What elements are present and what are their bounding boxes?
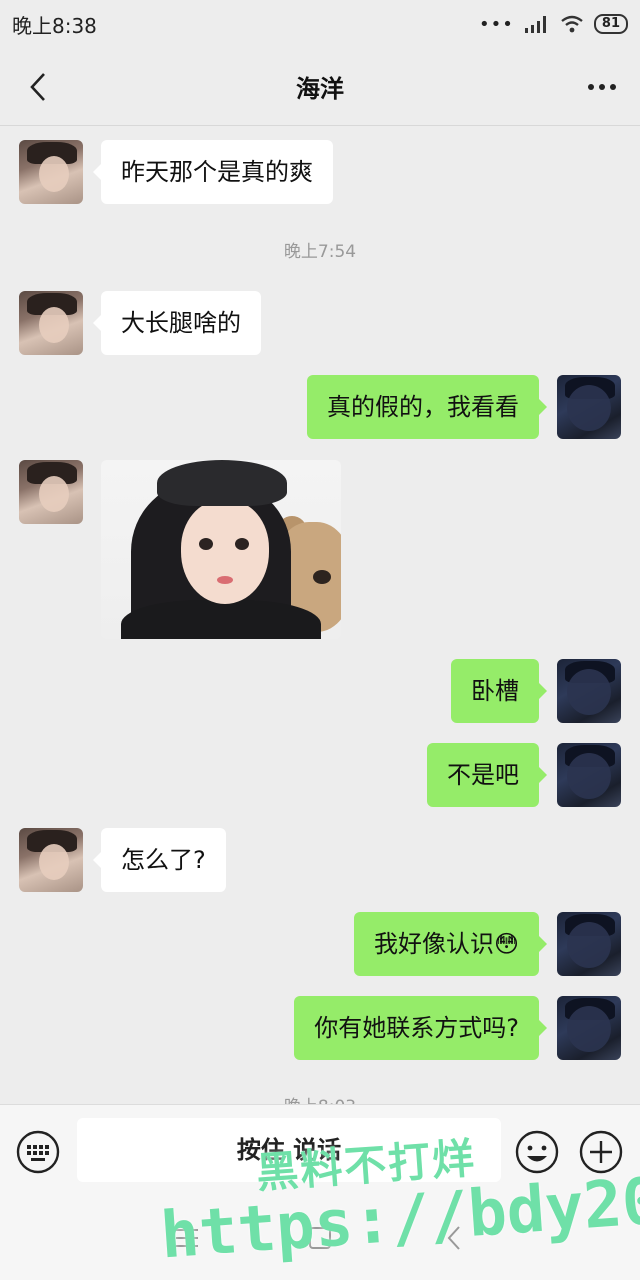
chat-header: 海洋 xyxy=(0,48,640,126)
system-back-button[interactable] xyxy=(438,1221,472,1255)
menu-button[interactable] xyxy=(170,1221,204,1255)
status-bar: 晚上8:38 ••• 81 xyxy=(0,0,640,48)
more-options-button[interactable] xyxy=(582,67,622,107)
timestamp: 晚上7:54 xyxy=(283,242,357,262)
menu-icon xyxy=(176,1229,198,1247)
status-time: 晚上8:38 xyxy=(12,13,97,38)
message-bubble[interactable]: 怎么了? xyxy=(93,828,226,892)
photo-message[interactable] xyxy=(101,460,341,639)
more-icon xyxy=(588,83,616,90)
self-avatar[interactable] xyxy=(557,912,621,976)
home-square-icon xyxy=(309,1227,331,1249)
input-bar: 按住 说话 xyxy=(0,1104,640,1195)
message-list[interactable]: 昨天那个是真的爽 晚上7:54 大长腿啥的 真的假的，我看看 卧槽 不是吧 怎么… xyxy=(0,127,640,1104)
message-bubble[interactable]: 大长腿啥的 xyxy=(93,291,261,355)
emoji-button[interactable] xyxy=(514,1129,560,1175)
smiley-icon xyxy=(515,1130,559,1174)
wifi-icon xyxy=(561,15,583,33)
contact-avatar[interactable] xyxy=(19,460,83,524)
system-navigation-bar xyxy=(0,1195,640,1280)
back-chevron-icon xyxy=(447,1226,460,1250)
contact-avatar[interactable] xyxy=(19,291,83,355)
message-bubble[interactable]: 昨天那个是真的爽 xyxy=(93,140,333,204)
message-bubble[interactable]: 真的假的，我看看 xyxy=(307,375,547,439)
signal-icon xyxy=(524,16,546,33)
message-bubble[interactable]: 我好像认识😳 xyxy=(353,912,548,976)
message-text: 我好像认识 xyxy=(373,930,494,958)
self-avatar[interactable] xyxy=(557,375,621,439)
more-dots-icon: ••• xyxy=(479,13,514,35)
flushed-emoji-icon: 😳 xyxy=(493,930,519,958)
keyboard-toggle-button[interactable] xyxy=(15,1129,61,1175)
message-bubble[interactable]: 你有她联系方式吗? xyxy=(294,996,547,1060)
back-arrow-icon xyxy=(30,72,45,101)
hold-to-talk-button[interactable]: 按住 说话 xyxy=(77,1118,501,1182)
self-avatar[interactable] xyxy=(557,996,621,1060)
back-button[interactable] xyxy=(18,67,58,107)
battery-indicator: 81 xyxy=(593,14,628,34)
contact-avatar[interactable] xyxy=(19,828,83,892)
chat-title: 海洋 xyxy=(296,75,344,103)
keyboard-icon xyxy=(16,1130,60,1174)
self-avatar[interactable] xyxy=(557,743,621,807)
contact-avatar[interactable] xyxy=(19,140,83,204)
message-bubble[interactable]: 卧槽 xyxy=(451,659,547,723)
message-bubble[interactable]: 不是吧 xyxy=(427,743,547,807)
plus-icon xyxy=(579,1130,623,1174)
timestamp: 晚上8:03 xyxy=(0,1092,640,1104)
self-avatar[interactable] xyxy=(557,659,621,723)
status-icons: ••• 81 xyxy=(479,14,628,35)
more-functions-button[interactable] xyxy=(578,1129,624,1175)
home-button[interactable] xyxy=(303,1221,337,1255)
